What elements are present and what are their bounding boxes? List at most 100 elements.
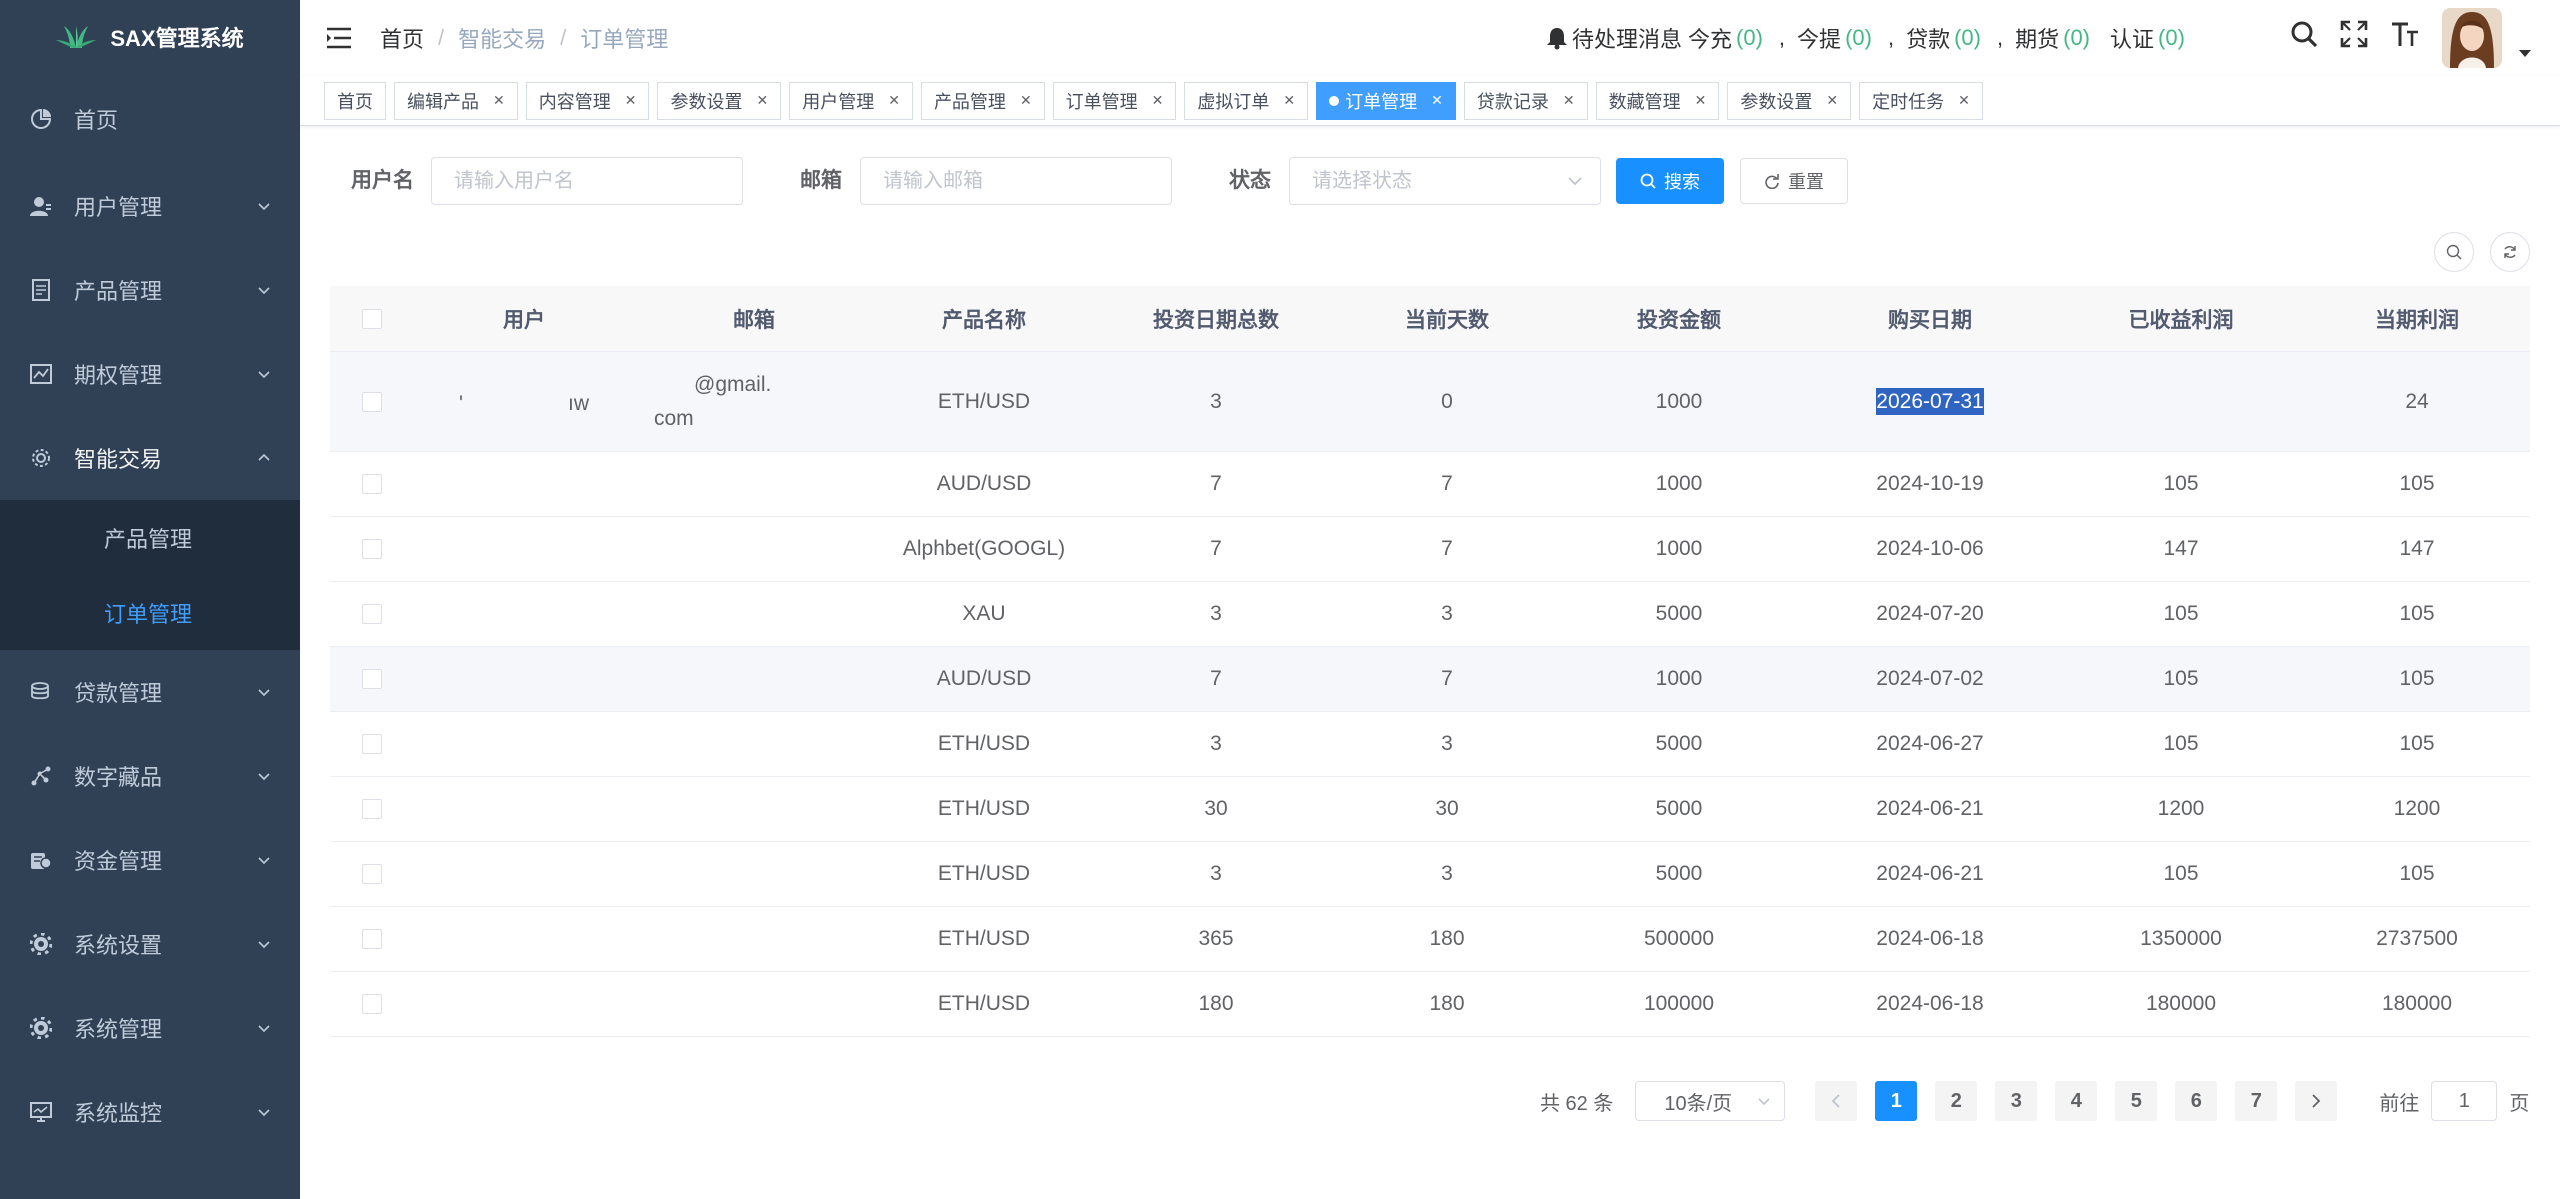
close-icon[interactable]: ✕ [756,92,768,109]
close-icon[interactable]: ✕ [625,92,637,109]
money-icon [28,847,54,873]
sidebar-item-products[interactable]: 产品管理 [0,248,300,332]
sidebar-item-system-settings[interactable]: 系统设置 [0,902,300,986]
search-icon[interactable] [2290,20,2318,48]
notice-recharge-count[interactable]: (0) [1736,25,1763,51]
tag-content[interactable]: 内容管理 ✕ [525,81,650,120]
table-row[interactable]: ETH/USD 365 180 500000 2024-06-18 135000… [330,907,2530,972]
tag-orders[interactable]: 订单管理 ✕ [1052,81,1177,120]
refresh-button[interactable] [2490,232,2530,272]
notice-withdraw-count[interactable]: (0) [1845,25,1872,51]
table-row[interactable]: AUD/USD 7 7 1000 2024-10-19 105 105 [330,452,2530,517]
page-button[interactable]: 3 [1995,1081,2038,1121]
row-checkbox[interactable] [362,669,382,689]
select-all-checkbox[interactable] [362,308,382,329]
table-row[interactable]: Alphbet(GOOGL) 7 7 1000 2024-10-06 147 1… [330,517,2530,582]
avatar[interactable] [2442,8,2502,68]
table-header: 用户 邮箱 产品名称 投资日期总数 当前天数 投资金额 购买日期 已收益利润 当… [330,286,2530,352]
tag-label: 编辑产品 [407,91,479,112]
table-row[interactable]: ' ıw @gmail. com ETH/USD 3 0 1000 2026-0… [330,352,2530,452]
tag-users[interactable]: 用户管理 ✕ [789,81,913,120]
tag-products[interactable]: 产品管理 ✕ [920,81,1045,120]
sidebar-item-monitor[interactable]: 系统监控 [0,1070,300,1154]
close-icon[interactable]: ✕ [1958,92,1970,109]
close-icon[interactable]: ✕ [1563,92,1575,109]
row-checkbox[interactable] [362,929,382,949]
row-checkbox[interactable] [362,391,382,412]
page-button[interactable]: 4 [2055,1081,2098,1121]
tag-label: 订单管理 [1345,91,1418,112]
row-checkbox[interactable] [362,799,382,819]
sidebar-item-funds[interactable]: 资金管理 [0,818,300,902]
page-button[interactable]: 6 [2175,1081,2218,1121]
close-icon[interactable]: ✕ [1152,92,1164,109]
prev-page-button[interactable] [1815,1081,1858,1121]
close-icon[interactable]: ✕ [1826,92,1838,109]
tag-scheduled-tasks[interactable]: 定时任务 ✕ [1859,81,1983,120]
tag-home[interactable]: 首页 [324,81,386,120]
cell-earned: 105 [2163,667,2199,690]
page-button[interactable]: 1 [1875,1081,1918,1121]
tag-virtual-orders[interactable]: 虚拟订单 ✕ [1184,81,1309,120]
row-checkbox[interactable] [362,474,382,494]
sidebar-item-nft[interactable]: 数字藏品 [0,734,300,818]
close-icon[interactable]: ✕ [1695,92,1707,109]
sidebar-item-smart-trading[interactable]: 智能交易 [0,416,300,500]
close-icon[interactable]: ✕ [1283,92,1295,109]
logo[interactable]: SAX管理系统 [0,0,300,74]
page-button[interactable]: 2 [1935,1081,1978,1121]
cell-product: ETH/USD [937,732,1031,755]
tag-loan-records[interactable]: 贷款记录 ✕ [1463,81,1588,120]
notice-futures-count[interactable]: (0) [2063,25,2090,51]
tag-edit-product[interactable]: 编辑产品 ✕ [394,81,518,120]
tag-nft-management[interactable]: 数藏管理 ✕ [1595,81,1720,120]
row-checkbox[interactable] [362,734,382,754]
sidebar-item-users[interactable]: 用户管理 [0,164,300,248]
cell-user: ' ıw [458,391,589,415]
toggle-search-button[interactable] [2434,232,2474,272]
submenu-item-products[interactable]: 产品管理 [0,500,300,575]
header-tools [2290,20,2420,48]
fullscreen-icon[interactable] [2340,20,2368,48]
email-input[interactable] [860,157,1172,205]
search-button[interactable]: 搜索 [1616,158,1724,204]
close-icon[interactable]: ✕ [493,92,505,109]
table-row[interactable]: ETH/USD 3 3 5000 2024-06-21 105 105 [330,842,2530,907]
row-checkbox[interactable] [362,864,382,884]
username-input[interactable] [431,157,743,205]
caret-down-icon[interactable] [2518,48,2532,58]
close-icon[interactable]: ✕ [888,92,900,109]
bell-icon[interactable] [1546,26,1568,50]
tag-params[interactable]: 参数设置 ✕ [657,81,782,120]
table-row[interactable]: AUD/USD 7 7 1000 2024-07-02 105 105 [330,647,2530,712]
breadcrumb-item-home[interactable]: 首页 [380,22,424,54]
goto-page-input[interactable]: 1 [2431,1081,2498,1121]
notice-loan-count[interactable]: (0) [1954,25,1981,51]
submenu-item-orders[interactable]: 订单管理 [0,575,300,650]
table-row[interactable]: ETH/USD 3 3 5000 2024-06-27 105 105 [330,712,2530,777]
table-row[interactable]: XAU 3 3 5000 2024-07-20 105 105 [330,582,2530,647]
notice-verify-count[interactable]: (0) [2158,25,2185,51]
table-row[interactable]: ETH/USD 180 180 100000 2024-06-18 180000… [330,972,2530,1037]
sidebar-item-system-management[interactable]: 系统管理 [0,986,300,1070]
tag-params-2[interactable]: 参数设置 ✕ [1727,81,1852,120]
status-select[interactable]: 请选择状态 [1289,157,1601,205]
sidebar-item-loans[interactable]: 贷款管理 [0,650,300,734]
table-row[interactable]: ETH/USD 30 30 5000 2024-06-21 1200 1200 [330,777,2530,842]
tag-orders-active[interactable]: 订单管理 ✕ [1316,81,1456,120]
page-button[interactable]: 5 [2115,1081,2158,1121]
reset-button[interactable]: 重置 [1740,158,1848,204]
cell-total-days: 7 [1210,472,1222,495]
sidebar-item-options[interactable]: 期权管理 [0,332,300,416]
hamburger-icon[interactable] [326,27,352,49]
row-checkbox[interactable] [362,604,382,624]
row-checkbox[interactable] [362,539,382,559]
row-checkbox[interactable] [362,994,382,1014]
next-page-button[interactable] [2295,1081,2338,1121]
page-size-select[interactable]: 10条/页 [1635,1081,1786,1121]
close-icon[interactable]: ✕ [1020,92,1032,109]
font-size-icon[interactable] [2390,20,2420,48]
sidebar-item-home[interactable]: 首页 [0,74,300,164]
page-button[interactable]: 7 [2235,1081,2278,1121]
close-icon[interactable]: ✕ [1431,92,1443,109]
